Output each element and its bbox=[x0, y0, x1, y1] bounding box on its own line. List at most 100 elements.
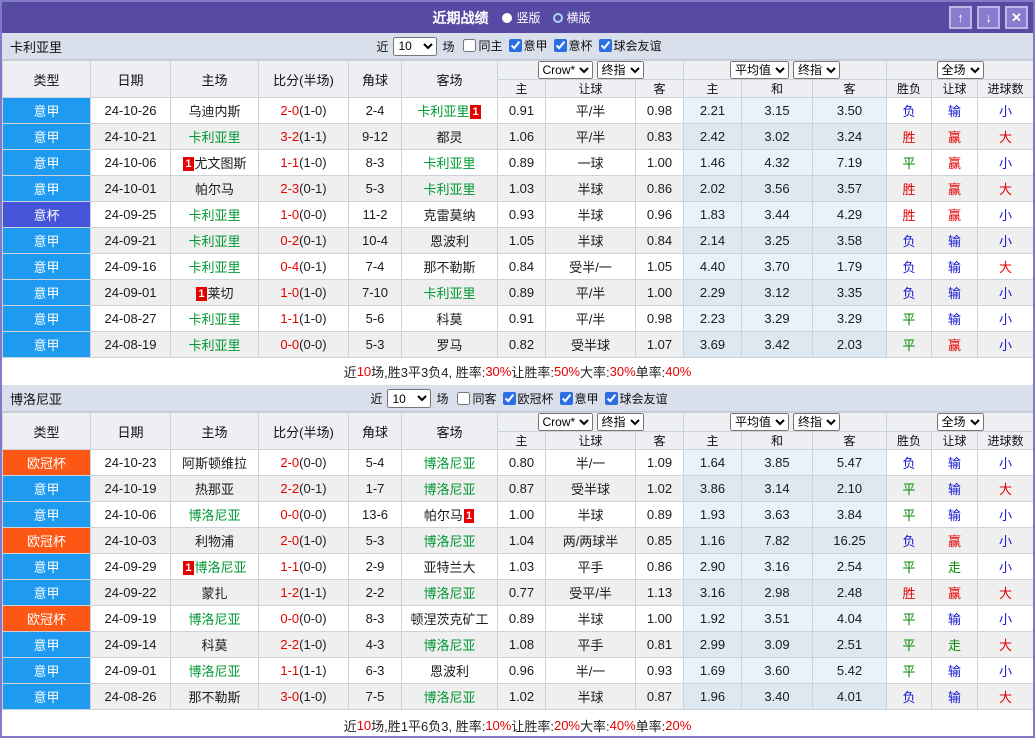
odds-away-cell: 1.07 bbox=[635, 331, 684, 359]
filter-checkbox-意杯[interactable]: 意杯 bbox=[553, 37, 593, 54]
away-team-cell: 那不勒斯 bbox=[401, 253, 498, 281]
filter-checkbox-球会友谊[interactable]: 球会友谊 bbox=[598, 37, 662, 54]
results-table: 类型 日期 主场 比分(半场) 角球 客场 Crow*终指 平均值终指 全场 bbox=[2, 412, 1033, 711]
home-team-name: 那不勒斯 bbox=[188, 690, 241, 706]
home-team-name: 乌迪内斯 bbox=[188, 104, 241, 120]
filter-checkbox-意甲[interactable]: 意甲 bbox=[508, 37, 548, 54]
checkbox-input[interactable] bbox=[457, 391, 471, 405]
checkbox-input[interactable] bbox=[598, 39, 612, 52]
goals-result-cell: 大 bbox=[977, 123, 1033, 151]
filter-checkbox-同客[interactable]: 同客 bbox=[457, 390, 497, 407]
avg-home-cell: 2.02 bbox=[683, 175, 742, 203]
handicap-result-cell: 输 bbox=[931, 449, 979, 477]
fulltime-score: 1-0 bbox=[280, 285, 300, 301]
match-row: 意甲 24-09-22 蒙扎 1-2(1-1) 2-2 博洛尼亚 0.77 受平/半 1.13 3… bbox=[2, 579, 1033, 607]
league-badge: 意甲 bbox=[2, 123, 91, 151]
average-time-select[interactable]: 终指 bbox=[793, 413, 840, 431]
away-team-name: 博洛尼亚 bbox=[423, 638, 476, 654]
radio-icon[interactable] bbox=[502, 12, 513, 23]
goals-result-cell: 大 bbox=[977, 631, 1033, 659]
home-team-cell: 1 博洛尼亚 bbox=[170, 553, 259, 581]
layout-radio-horizontal[interactable]: 横版 bbox=[552, 9, 591, 26]
match-count-select[interactable]: 10 bbox=[393, 36, 438, 56]
avg-draw-cell: 3.85 bbox=[741, 449, 813, 477]
goals-result-cell: 大 bbox=[977, 475, 1033, 503]
layout-radio-vertical[interactable]: 竖版 bbox=[502, 9, 541, 26]
home-team-cell: 利物浦 bbox=[170, 527, 259, 555]
period-select[interactable]: 全场 bbox=[936, 413, 984, 431]
radio-icon[interactable] bbox=[552, 12, 563, 23]
avg-home-cell: 2.14 bbox=[683, 227, 742, 255]
checkbox-input[interactable] bbox=[559, 391, 573, 405]
team-name: 卡利亚里 bbox=[10, 39, 63, 55]
odds-time-select[interactable]: 终指 bbox=[596, 61, 644, 79]
average-select[interactable]: 平均值 bbox=[730, 413, 789, 431]
checkbox-input[interactable] bbox=[502, 391, 516, 405]
move-down-button[interactable]: ↓ bbox=[977, 6, 1000, 29]
corners-cell: 2-9 bbox=[348, 553, 402, 581]
close-button[interactable]: ✕ bbox=[1005, 6, 1028, 29]
period-select[interactable]: 全场 bbox=[936, 61, 984, 79]
checkbox-input[interactable] bbox=[508, 39, 522, 52]
summary-segment: 近 bbox=[343, 718, 357, 734]
score-cell: 2-2(1-0) bbox=[258, 631, 349, 659]
sub-header-avg-home: 主 bbox=[683, 79, 742, 99]
fulltime-score: 0-2 bbox=[280, 233, 300, 249]
match-date: 24-10-03 bbox=[90, 527, 171, 555]
fulltime-score: 1-0 bbox=[280, 207, 300, 223]
fulltime-score: 1-1 bbox=[280, 663, 300, 679]
checkbox-input[interactable] bbox=[553, 39, 567, 52]
avg-home-cell: 1.93 bbox=[683, 501, 742, 529]
corners-cell: 8-3 bbox=[348, 605, 402, 633]
home-team-name: 科莫 bbox=[201, 638, 228, 654]
avg-away-cell: 2.10 bbox=[811, 475, 888, 503]
match-row: 意甲 24-10-06 1 尤文图斯 1-1(1-0) 8-3 卡利亚里 0.89 一球 1.00… bbox=[2, 149, 1033, 177]
odds-away-cell: 0.85 bbox=[635, 527, 684, 555]
checkbox-input[interactable] bbox=[463, 39, 477, 52]
avg-away-cell: 2.03 bbox=[811, 331, 888, 359]
match-date: 24-10-21 bbox=[90, 123, 171, 151]
filter-checkbox-意甲[interactable]: 意甲 bbox=[559, 390, 599, 407]
sections-root: 卡利亚里 近 10 场 同主 意甲 意杯 球会友谊 类型 日期 主场 比分(半场… bbox=[2, 33, 1033, 736]
bookmaker-select[interactable]: Crow* bbox=[537, 413, 593, 431]
winloss-result-cell: 平 bbox=[886, 305, 933, 333]
checkbox-input[interactable] bbox=[604, 391, 618, 405]
score-cell: 1-1(1-0) bbox=[258, 149, 349, 177]
sub-header-goals: 进球数 bbox=[977, 79, 1033, 99]
halftime-score: (0-0) bbox=[299, 337, 327, 353]
move-up-button[interactable]: ↑ bbox=[949, 6, 972, 29]
odds-time-select[interactable]: 终指 bbox=[596, 413, 644, 431]
away-team-name: 卡利亚里 bbox=[423, 182, 476, 198]
fulltime-score: 0-0 bbox=[280, 611, 300, 627]
league-badge: 意甲 bbox=[2, 279, 91, 307]
checkbox-label: 意甲 bbox=[574, 391, 599, 406]
halftime-score: (0-0) bbox=[299, 207, 327, 223]
average-select[interactable]: 平均值 bbox=[730, 61, 789, 79]
handicap-result-cell: 走 bbox=[931, 631, 979, 659]
average-time-select[interactable]: 终指 bbox=[793, 61, 840, 79]
col-header-away: 客场 bbox=[401, 59, 498, 99]
filter-checkbox-球会友谊[interactable]: 球会友谊 bbox=[604, 390, 668, 407]
avg-draw-cell: 3.09 bbox=[741, 631, 813, 659]
filter-checkbox-同主[interactable]: 同主 bbox=[463, 37, 503, 54]
away-team-name: 卡利亚里 bbox=[423, 156, 476, 172]
handicap-cell: 半/一 bbox=[545, 657, 636, 685]
handicap-cell: 两/两球半 bbox=[545, 527, 636, 555]
result-group-header: 全场 bbox=[886, 412, 1033, 433]
odds-away-cell: 1.00 bbox=[635, 605, 684, 633]
summary-segment: 大率: bbox=[580, 718, 610, 734]
winloss-result-cell: 负 bbox=[886, 527, 933, 555]
odds-home-cell: 0.77 bbox=[497, 579, 546, 607]
filter-checkbox-欧冠杯[interactable]: 欧冠杯 bbox=[502, 390, 554, 407]
avg-home-cell: 2.21 bbox=[683, 97, 742, 125]
home-team-name: 博洛尼亚 bbox=[194, 560, 247, 576]
league-checkboxes: 同客 欧冠杯 意甲 球会友谊 bbox=[451, 390, 668, 408]
odds-away-cell: 0.98 bbox=[635, 305, 684, 333]
fulltime-score: 2-0 bbox=[280, 103, 300, 119]
score-cell: 3-2(1-1) bbox=[258, 123, 349, 151]
away-team-cell: 克雷莫纳 bbox=[401, 201, 498, 229]
bookmaker-select[interactable]: Crow* bbox=[537, 61, 593, 79]
titlebar-buttons: ↑ ↓ ✕ bbox=[949, 6, 1028, 29]
sub-header-odds-home: 主 bbox=[497, 79, 546, 99]
match-count-select[interactable]: 10 bbox=[387, 389, 432, 409]
